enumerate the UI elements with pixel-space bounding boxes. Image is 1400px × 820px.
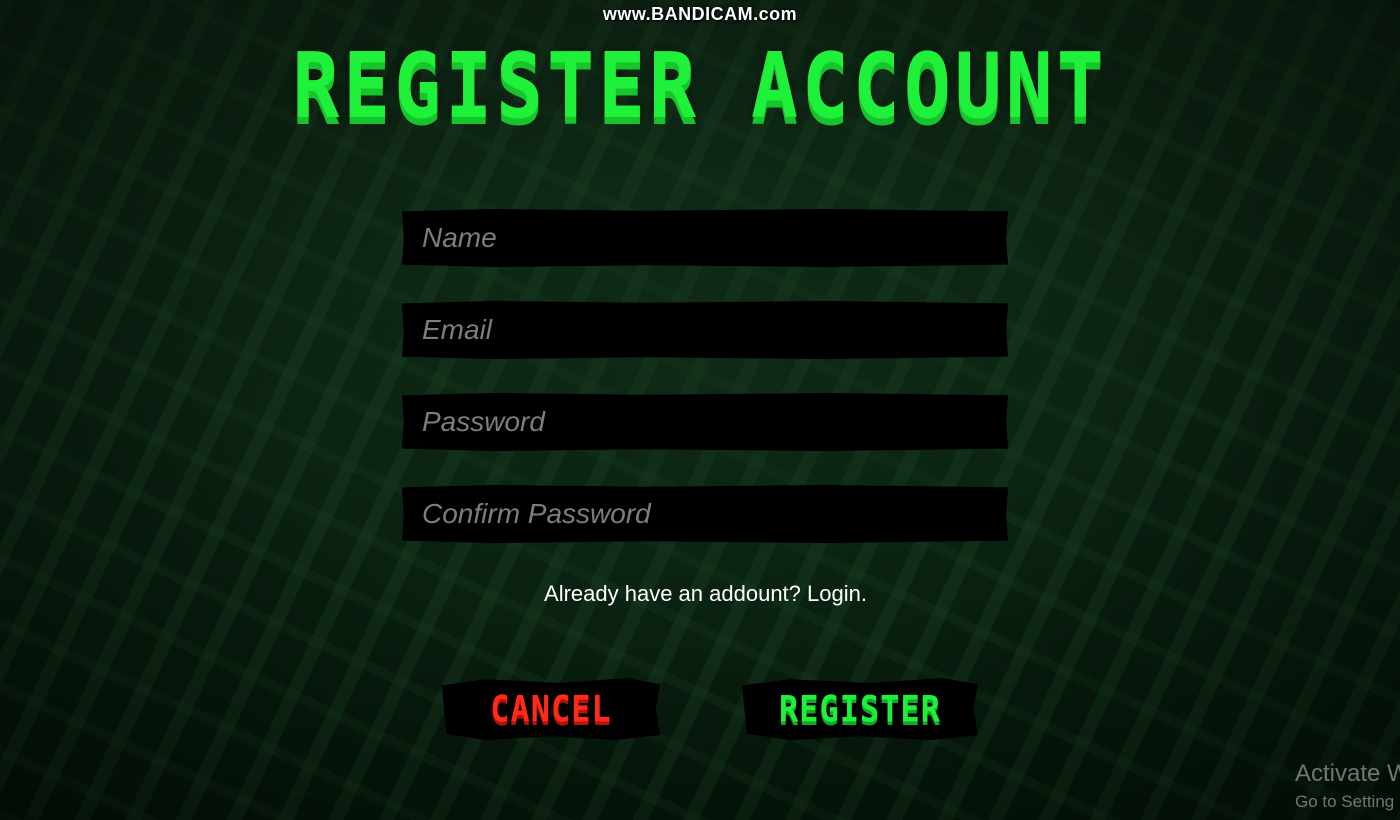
- page-title: REGISTER ACCOUNT: [292, 35, 1108, 139]
- register-button-label: REGISTER: [778, 687, 942, 731]
- password-input[interactable]: [402, 393, 1008, 451]
- name-input[interactable]: [402, 209, 1008, 267]
- activation-subtitle: Go to Setting: [1295, 792, 1395, 811]
- cancel-button[interactable]: CANCEL: [442, 678, 660, 740]
- email-field-box: [402, 301, 1008, 359]
- register-form: [402, 209, 1008, 577]
- name-field-box: [402, 209, 1008, 267]
- bandicam-watermark: www.BANDICAM.com: [602, 4, 798, 24]
- register-screen: www.BANDICAM.com REGISTER ACCOUNT Alread…: [0, 0, 1400, 820]
- register-button[interactable]: REGISTER: [742, 678, 978, 740]
- email-input[interactable]: [402, 301, 1008, 359]
- confirm-password-input[interactable]: [402, 485, 1008, 543]
- windows-activation-notice: Activate W Go to Setting: [1295, 760, 1400, 812]
- confirm-password-field-box: [402, 485, 1008, 543]
- login-link[interactable]: Already have an addount? Login.: [0, 581, 1400, 607]
- cancel-button-label: CANCEL: [490, 687, 612, 731]
- password-field-box: [402, 393, 1008, 451]
- activation-title: Activate W: [1295, 760, 1400, 787]
